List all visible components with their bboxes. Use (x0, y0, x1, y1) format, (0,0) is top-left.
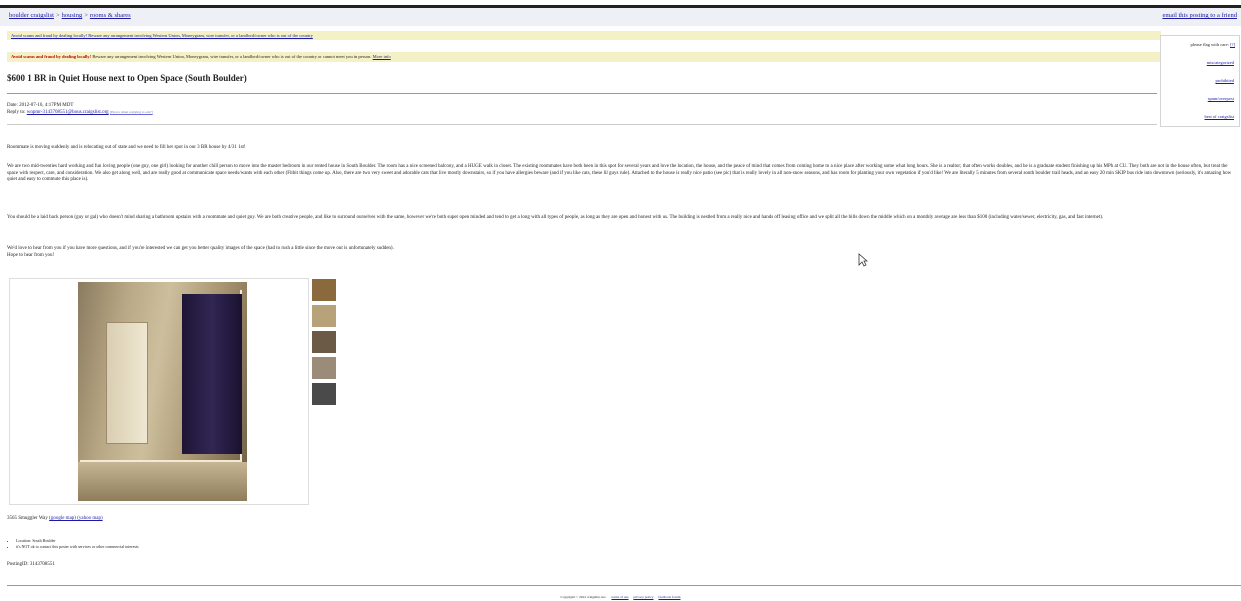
photo-thumbnail[interactable] (311, 330, 337, 354)
list-item: it's NOT ok to contact this poster with … (16, 544, 139, 550)
footer-feedback-link[interactable]: feedback forum (658, 595, 680, 599)
address-line: 3565 Smuggler Way (google map) (yahoo ma… (7, 516, 103, 521)
footer-privacy-link[interactable]: privacy policy (633, 595, 653, 599)
posting-meta: Date: 2012-07-16, 4:17PM MDT Reply to: w… (7, 103, 153, 116)
posting-paragraph: We'd love to hear from you if you have m… (7, 246, 394, 251)
scam-notice-link[interactable]: Avoid scams and fraud by dealing locally… (11, 33, 313, 38)
photo-door (106, 322, 148, 444)
more-info-link[interactable]: More info (373, 54, 391, 59)
breadcrumb: boulder craigslist > housing > rooms & share… (9, 9, 131, 23)
photo-curtain (182, 294, 242, 454)
divider (7, 93, 1157, 94)
footer-terms-link[interactable]: terms of use (611, 595, 628, 599)
reply-line: Reply to: wnpmr-3143708551@hous.craigsli… (7, 109, 153, 116)
bathroom-photo-image (78, 282, 247, 501)
photo-thumbnail[interactable] (311, 304, 337, 328)
flag-best-of[interactable]: best of craigslist (1205, 114, 1235, 119)
flag-miscategorized[interactable]: miscategorized (1207, 60, 1234, 65)
scam-warning-heading: Avoid scams and fraud by dealing locally… (11, 54, 92, 59)
footer: Copyright © 2012 craigslist, inc. terms … (0, 595, 1241, 599)
posting-paragraph: We are two mid-twenties hard working and… (7, 164, 1232, 182)
posting-paragraph: Roommate is moving suddenly and is reloc… (7, 145, 246, 150)
flag-panel: please flag with care: [?] miscategorize… (1160, 35, 1240, 127)
scam-warning-text: Beware any arrangement involving Western… (92, 54, 372, 59)
reply-email-link[interactable]: wnpmr-3143708551@hous.craigslist.org (27, 110, 109, 115)
breadcrumb-boulder-craigslist[interactable]: boulder craigslist (9, 12, 54, 19)
divider (7, 124, 1157, 125)
breadcrumb-separator: > (55, 12, 60, 19)
flag-prohibited[interactable]: prohibited (1216, 78, 1235, 83)
scam-notice-banner: Avoid scams and fraud by dealing locally… (7, 31, 1161, 40)
flag-panel-title: please flag with care: (1190, 42, 1229, 47)
scam-warning-banner: Avoid scams and fraud by dealing locally… (7, 52, 1161, 62)
flag-panel-heading: please flag with care: [?] (1191, 42, 1235, 47)
photo-thumbnail[interactable] (311, 382, 337, 406)
photo-thumbnail[interactable] (311, 278, 337, 302)
mouse-cursor-icon (858, 253, 868, 267)
posting-title: $600 1 BR in Quiet House next to Open Sp… (7, 73, 247, 83)
copyright-text: Copyright © 2012 craigslist, inc. (560, 595, 607, 599)
divider (7, 585, 1241, 586)
address-text: 3565 Smuggler Way (7, 516, 48, 521)
breadcrumb-rooms-shares[interactable]: rooms & shares (90, 12, 131, 19)
breadcrumb-housing[interactable]: housing (62, 12, 83, 19)
map-links[interactable]: (google map) (yahoo map) (49, 516, 102, 521)
posting-paragraph: You should be a laid back person (guy or… (7, 215, 1104, 220)
email-to-friend-link[interactable]: email this posting to a friend (1162, 9, 1237, 23)
reply-errors-link[interactable]: [Errors when replying to ads?] (110, 110, 153, 114)
top-navigation-bar: boulder craigslist > housing > rooms & share… (0, 5, 1241, 26)
reply-label: Reply to: (7, 110, 26, 115)
photo-thumbnail[interactable] (311, 356, 337, 380)
posting-id: PostingID: 3143708551 (7, 562, 55, 567)
posting-details-list: Location: South Boulder it's NOT ok to c… (7, 538, 139, 550)
flag-spam[interactable]: spam/overpost (1208, 96, 1234, 101)
photo-counter (78, 462, 247, 501)
main-listing-photo[interactable] (9, 278, 309, 505)
posting-paragraph: Hope to hear from you! (7, 253, 55, 258)
flag-help-link[interactable]: [?] (1230, 42, 1235, 47)
breadcrumb-separator: > (84, 12, 88, 19)
